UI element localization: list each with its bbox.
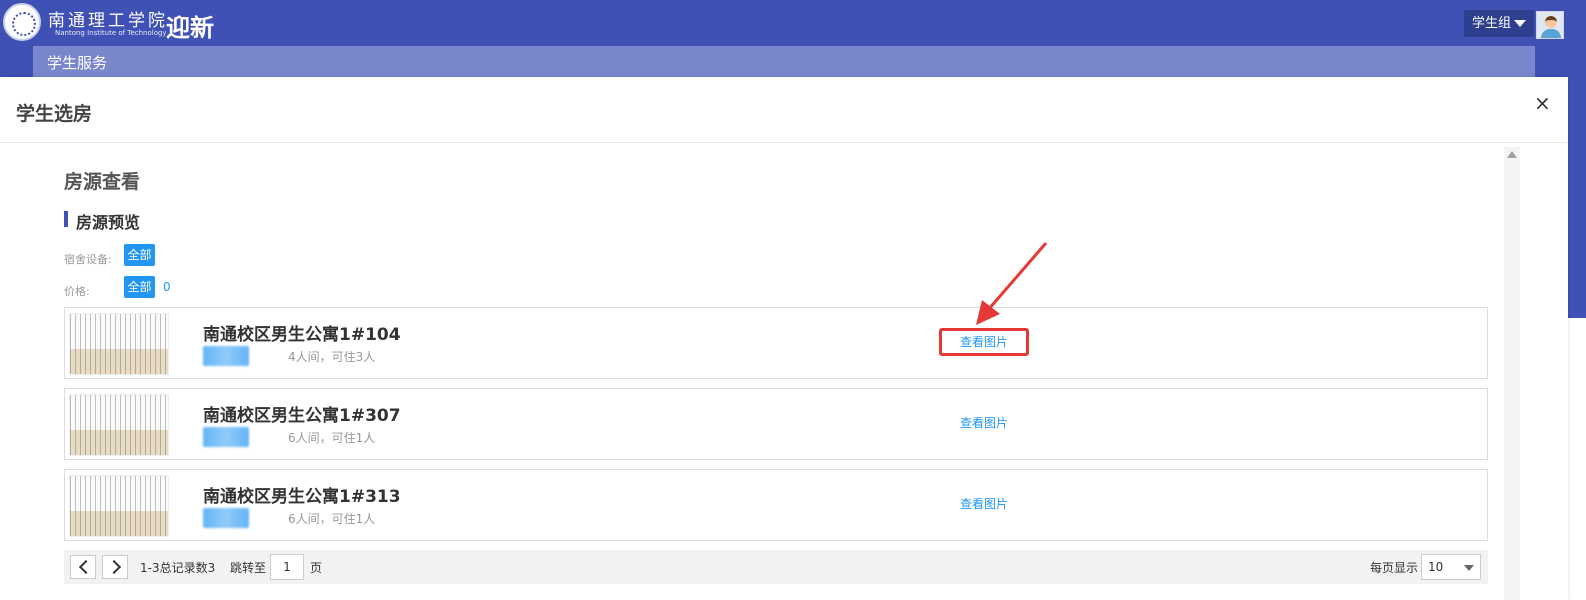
room-capacity: 6人间，可住1人 — [288, 431, 376, 445]
room-thumbnail[interactable] — [69, 313, 169, 375]
per-page-label: 每页显示 — [1370, 561, 1419, 575]
record-summary: 1-3总记录数3 — [140, 561, 216, 575]
school-name: 南通理工学院 — [48, 11, 168, 31]
room-tag-blurred — [203, 508, 249, 528]
avatar-body — [1541, 29, 1561, 38]
room-name: 南通校区男生公寓1#307 — [203, 406, 401, 426]
room-row: 南通校区男生公寓1#104 4人间，可住3人 查看图片 — [64, 307, 1488, 379]
room-thumbnail[interactable] — [69, 394, 169, 456]
annotation-arrow — [976, 242, 1048, 325]
room-tag-blurred — [203, 427, 249, 447]
modal-divider — [0, 142, 1568, 143]
room-selection-modal: 学生选房 × 房源查看 房源预览 宿舍设备: 全部 价格: 全部 0 南通校区男… — [0, 77, 1568, 600]
school-seal-logo — [3, 3, 41, 41]
room-name: 南通校区男生公寓1#104 — [203, 325, 401, 345]
filter-label-equipment: 宿舍设备: — [64, 253, 112, 266]
page-number-input[interactable] — [270, 554, 304, 580]
room-capacity: 6人间，可住1人 — [288, 512, 376, 526]
avatar-head — [1545, 16, 1557, 28]
room-row: 南通校区男生公寓1#307 6人间，可住1人 查看图片 — [64, 388, 1488, 460]
chevron-right-icon — [106, 559, 122, 575]
section-title: 房源预览 — [76, 213, 141, 232]
next-page-button[interactable] — [102, 555, 128, 579]
page-heading: 房源查看 — [64, 171, 141, 193]
group-label: 学生组 — [1472, 16, 1512, 31]
chevron-left-icon — [78, 559, 94, 575]
room-row: 南通校区男生公寓1#313 6人间，可住1人 查看图片 — [64, 469, 1488, 541]
scrollbar[interactable] — [1504, 147, 1520, 600]
per-page-select[interactable]: 10 — [1421, 554, 1481, 580]
top-bar: 南通理工学院 Nantong Institute of Technology 迎… — [0, 0, 1586, 46]
arrow-shaft — [986, 242, 1048, 311]
scroll-up-icon[interactable] — [1507, 151, 1517, 158]
room-name: 南通校区男生公寓1#313 — [203, 487, 401, 507]
caret-down-icon — [1514, 20, 1526, 27]
prev-page-button[interactable] — [70, 555, 96, 579]
section-marker — [64, 211, 68, 227]
user-avatar[interactable] — [1536, 11, 1564, 39]
caret-down-icon — [1464, 565, 1474, 571]
school-name-en: Nantong Institute of Technology — [55, 29, 167, 37]
app-title: 迎新 — [166, 14, 214, 42]
room-capacity: 4人间，可住3人 — [288, 350, 376, 364]
page-suffix: 页 — [310, 561, 323, 575]
arrow-head — [976, 300, 1000, 325]
room-tag-blurred — [203, 346, 249, 366]
jump-label: 跳转至 — [230, 561, 267, 575]
nav-item-student-services[interactable]: 学生服务 — [47, 52, 107, 73]
filter-price-option[interactable]: 0 — [163, 280, 171, 294]
per-page-value: 10 — [1428, 560, 1444, 574]
group-dropdown[interactable]: 学生组 — [1464, 10, 1534, 37]
filter-label-price: 价格: — [64, 285, 90, 298]
room-thumbnail[interactable] — [69, 475, 169, 537]
modal-title: 学生选房 — [16, 103, 93, 125]
nav-bar: 学生服务 — [33, 46, 1535, 77]
pagination-bar: 1-3总记录数3 跳转至 页 每页显示 10 — [64, 550, 1488, 584]
filter-equipment-all-button[interactable]: 全部 — [124, 244, 155, 266]
view-images-button[interactable]: 查看图片 — [939, 409, 1029, 437]
close-icon[interactable]: × — [1534, 93, 1551, 113]
filter-price-all-button[interactable]: 全部 — [124, 276, 155, 298]
view-images-button[interactable]: 查看图片 — [939, 490, 1029, 518]
